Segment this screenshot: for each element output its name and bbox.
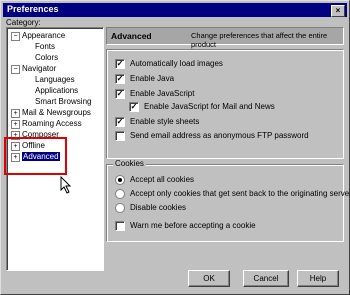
checkbox-load-images[interactable]: ✓ [115,59,125,69]
checkbox-enable-javascript[interactable]: ✓ [115,89,125,99]
tree-item-languages[interactable]: Languages [35,75,75,84]
option-label: Enable JavaScript for Mail and News [144,102,275,111]
advanced-panel: Advanced Change preferences that affect … [106,27,350,269]
cookies-group-title: Cookies [113,159,146,168]
panel-title: Advanced [111,31,152,41]
tree-item-roaming-access[interactable]: Roaming Access [22,119,82,128]
tree-item-smart-browsing[interactable]: Smart Browsing [35,97,91,106]
tree-item-fonts[interactable]: Fonts [35,42,55,51]
panel-description: Change preferences that affect the entir… [191,31,328,49]
cancel-button[interactable]: Cancel [243,270,289,287]
tree-item-colors[interactable]: Colors [35,53,58,62]
checkbox-javascript-mail-news[interactable]: ✓ [129,102,139,112]
tree-item-appearance[interactable]: Appearance [22,31,65,40]
tree-item-applications[interactable]: Applications [35,86,78,95]
collapse-icon[interactable]: − [11,32,20,41]
highlight-box [4,137,67,175]
radio-label: Disable cookies [130,203,187,212]
radio-label: Accept only cookies that get sent back t… [130,189,350,198]
window-title: Preferences [7,4,59,14]
close-icon: × [335,6,341,15]
tree-item-navigator[interactable]: Navigator [22,64,56,73]
expand-icon[interactable]: + [11,109,20,118]
checkbox-enable-java[interactable]: ✓ [115,74,125,84]
option-label: Warn me before accepting a cookie [130,221,256,230]
category-label: Category: [6,18,41,27]
mouse-cursor-icon [60,176,72,194]
collapse-icon[interactable]: − [11,65,20,74]
option-label: Automatically load images [130,59,223,68]
radio-label: Accept all cookies [130,175,195,184]
expand-icon[interactable]: + [11,120,20,129]
tree-item-mail-newsgroups[interactable]: Mail & Newsgroups [22,108,91,117]
radio-accept-originating-cookies[interactable] [115,189,125,199]
option-label: Enable Java [130,74,175,83]
cookies-group: Cookies Accept all cookies Accept only c… [106,159,350,242]
radio-accept-all-cookies[interactable] [115,175,125,185]
checkbox-enable-style-sheets[interactable]: ✓ [115,117,125,127]
checkbox-warn-cookie[interactable] [115,221,125,231]
title-bar[interactable]: Preferences × [3,3,347,17]
option-label: Enable style sheets [130,117,200,126]
ok-button[interactable]: OK [188,270,230,287]
option-label: Send email address as anonymous FTP pass… [130,131,309,140]
option-label: Enable JavaScript [130,89,195,98]
preferences-dialog: Preferences × Category: − Appearance Fon… [0,0,350,295]
options-group: ✓ Automatically load images ✓ Enable Jav… [106,49,344,159]
checkbox-anonymous-ftp[interactable] [115,131,125,141]
close-button[interactable]: × [331,5,345,17]
radio-disable-cookies[interactable] [115,203,125,213]
help-button[interactable]: Help [297,270,339,287]
panel-header: Advanced Change preferences that affect … [106,27,344,49]
